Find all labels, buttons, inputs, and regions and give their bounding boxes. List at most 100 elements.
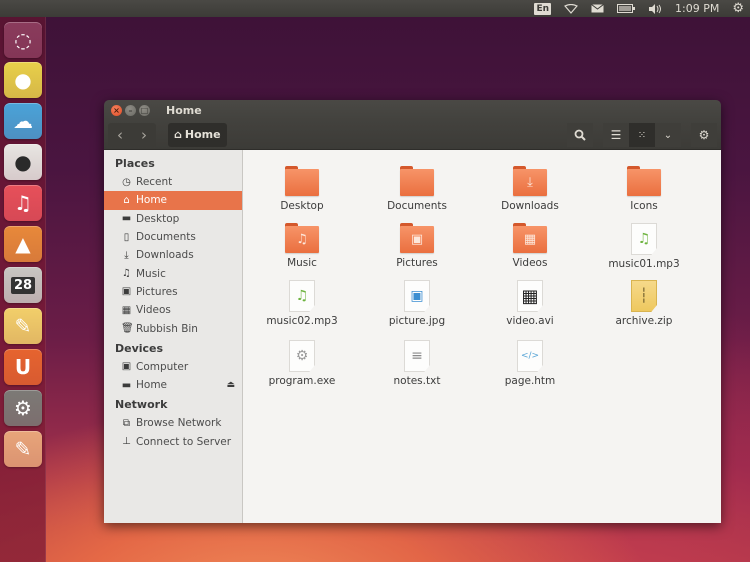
sidebar-item-home[interactable]: ⌂ Home: [104, 191, 242, 210]
sidebar-device-computer[interactable]: ▣ Computer: [104, 358, 242, 376]
view-options-button[interactable]: ⌄: [655, 123, 681, 147]
forward-button[interactable]: ›: [132, 123, 156, 147]
sidebar-item-label: Recent: [136, 176, 173, 189]
power-gear-icon[interactable]: ⚙: [732, 0, 744, 17]
file-name: Desktop: [280, 200, 324, 212]
search-button[interactable]: [567, 123, 593, 147]
image-file-icon: ▣: [404, 280, 430, 312]
exe-file-icon: ⚙: [289, 340, 315, 372]
launcher-news[interactable]: ●: [4, 144, 42, 180]
file-name: Pictures: [396, 257, 438, 269]
sidebar-item-rubbish-bin[interactable]: 🗑 Rubbish Bin: [104, 319, 242, 337]
gear-icon: ⚙: [698, 128, 710, 142]
launcher-photos[interactable]: ▲: [4, 226, 42, 262]
file-name: music01.mp3: [608, 258, 680, 270]
list-view-button[interactable]: ☰: [603, 123, 629, 147]
sidebar-item-desktop[interactable]: ▬ Desktop: [104, 210, 242, 228]
sidebar-device-home[interactable]: ▬ Home ⏏: [104, 376, 242, 394]
path-bar-home-button[interactable]: ⌂ Home: [168, 122, 227, 147]
home-icon: ⌂: [174, 128, 182, 141]
keyboard-layout-indicator[interactable]: En: [534, 2, 552, 15]
grid-icon: ⁙: [637, 129, 647, 141]
file-name: picture.jpg: [388, 315, 446, 327]
folder-icon: ♫: [285, 223, 319, 253]
folder-icon: ⤓: [513, 166, 547, 196]
settings-menu-button[interactable]: ⚙: [691, 123, 717, 147]
launcher-dash-home[interactable]: ◌: [4, 22, 42, 58]
calendar-icon: 28: [10, 276, 36, 294]
file-item[interactable]: ⚙ program.exe: [247, 340, 357, 387]
file-view[interactable]: Desktop Documents ⤓ Downloads Icons ♫ Music ▣ Pi…: [243, 150, 721, 523]
eject-icon[interactable]: ⏏: [226, 380, 235, 390]
file-item[interactable]: ⤓ Downloads: [475, 166, 585, 212]
file-item[interactable]: ▦ video.avi: [475, 280, 585, 327]
file-item[interactable]: Desktop: [247, 166, 357, 212]
sidebar-item-label: Desktop: [136, 212, 180, 225]
launcher-music[interactable]: ♫: [4, 185, 42, 221]
volume-icon[interactable]: [648, 0, 662, 17]
launcher-ubuntu-one[interactable]: U: [4, 349, 42, 385]
file-name: program.exe: [268, 375, 336, 387]
pictures-icon: ▣: [121, 286, 132, 298]
file-item[interactable]: ▣ Pictures: [362, 223, 472, 269]
downloads-icon: ⤓: [124, 249, 129, 261]
sidebar-item-label: Connect to Server: [136, 435, 232, 448]
sidebar-item-videos[interactable]: ▦ Videos: [104, 301, 242, 319]
file-item[interactable]: ♫ music01.mp3: [589, 223, 699, 270]
home-icon: ⌂: [123, 194, 130, 206]
browse-network-icon: ⧉: [122, 417, 131, 429]
clock[interactable]: 1:09 PM: [675, 0, 719, 17]
sidebar-item-downloads[interactable]: ⤓ Downloads: [104, 246, 242, 264]
launcher: ◌ ● ☁ ● ♫ ▲ 28 ✎ U ⚙ ✎: [0, 17, 46, 562]
network-icon[interactable]: [564, 0, 578, 17]
window-titlebar[interactable]: × – □ Home: [104, 100, 721, 120]
battery-icon[interactable]: [617, 0, 636, 17]
launcher-system-settings[interactable]: ⚙: [4, 390, 42, 426]
file-item[interactable]: ┆ archive.zip: [589, 280, 699, 327]
sidebar-item-label: Rubbish Bin: [136, 322, 198, 335]
path-bar-label: Home: [184, 128, 221, 141]
sidebar-item-music[interactable]: ♫ Music: [104, 264, 242, 282]
back-button[interactable]: ‹: [108, 123, 132, 147]
launcher-chrome[interactable]: ●: [4, 62, 42, 98]
folder-icon: ▣: [400, 223, 434, 253]
launcher-text-editor[interactable]: ✎: [4, 431, 42, 467]
file-item[interactable]: </> page.htm: [475, 340, 585, 387]
rubbish-bin-icon: 🗑: [121, 323, 134, 335]
html-file-icon: </>: [517, 340, 543, 372]
sidebar-item-label: Home: [136, 379, 168, 392]
file-name: video.avi: [506, 315, 554, 327]
system-settings-icon: ⚙: [14, 396, 32, 420]
file-item[interactable]: ≡ notes.txt: [362, 340, 472, 387]
file-name: archive.zip: [615, 315, 673, 327]
maximize-button[interactable]: □: [139, 104, 150, 116]
chrome-icon: ●: [14, 68, 32, 92]
file-item[interactable]: ▦ Videos: [475, 223, 585, 269]
sidebar-item-pictures[interactable]: ▣ Pictures: [104, 283, 242, 301]
text-file-icon: ≡: [404, 340, 430, 372]
file-item[interactable]: ▣ picture.jpg: [362, 280, 472, 327]
file-item[interactable]: Icons: [589, 166, 699, 212]
file-name: notes.txt: [393, 375, 441, 387]
sidebar-item-recent[interactable]: ◷ Recent: [104, 173, 242, 191]
file-name: Videos: [512, 257, 548, 269]
sidebar-item-label: Music: [136, 267, 166, 280]
sidebar-network-browse-network[interactable]: ⧉ Browse Network: [104, 414, 242, 432]
file-item[interactable]: ♫ music02.mp3: [247, 280, 357, 327]
launcher-weather[interactable]: ☁: [4, 103, 42, 139]
sidebar-item-label: Browse Network: [136, 417, 222, 430]
minimize-button[interactable]: –: [125, 104, 136, 116]
zip-file-icon: ┆: [631, 280, 657, 312]
grid-view-button[interactable]: ⁙: [629, 123, 655, 147]
file-item[interactable]: Documents: [362, 166, 472, 212]
launcher-notes[interactable]: ✎: [4, 308, 42, 344]
launcher-calendar[interactable]: 28: [4, 267, 42, 303]
close-button[interactable]: ×: [111, 104, 122, 116]
sidebar-item-documents[interactable]: ▯ Documents: [104, 228, 242, 246]
sidebar-network-connect-to-server[interactable]: ⊥ Connect to Server: [104, 433, 242, 451]
file-item[interactable]: ♫ Music: [247, 223, 357, 269]
sidebar-item-label: Pictures: [136, 285, 178, 298]
file-name: Documents: [387, 200, 447, 212]
chevron-left-icon: ‹: [117, 125, 123, 144]
mail-icon[interactable]: [591, 0, 604, 17]
